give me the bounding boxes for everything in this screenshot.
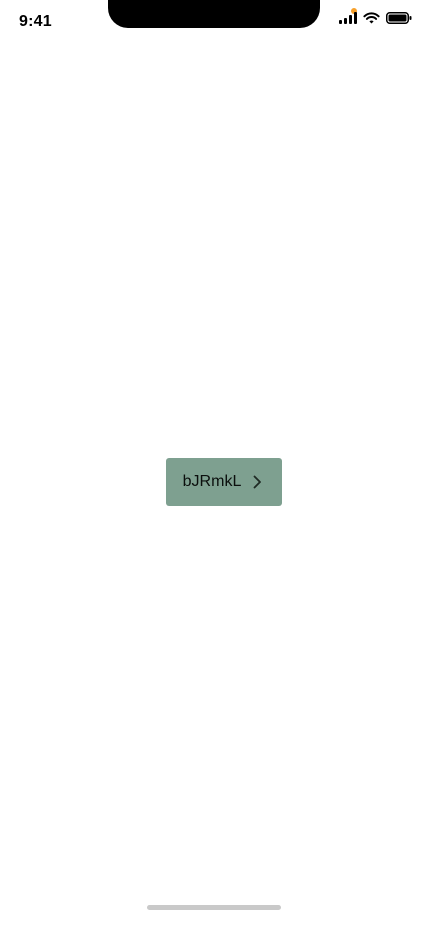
device-notch [108,0,320,28]
main-content: bJRmkL [0,46,428,892]
wifi-icon [363,11,380,29]
status-bar: 9:41 [0,0,428,46]
signal-icon [339,11,357,29]
primary-button-label: bJRmkL [182,473,242,490]
home-indicator [147,905,281,910]
status-time: 9:41 [19,13,52,30]
primary-button[interactable]: bJRmkL [166,458,282,506]
status-icons [339,8,412,32]
battery-icon [386,11,412,29]
chevron-right-icon [249,474,265,490]
